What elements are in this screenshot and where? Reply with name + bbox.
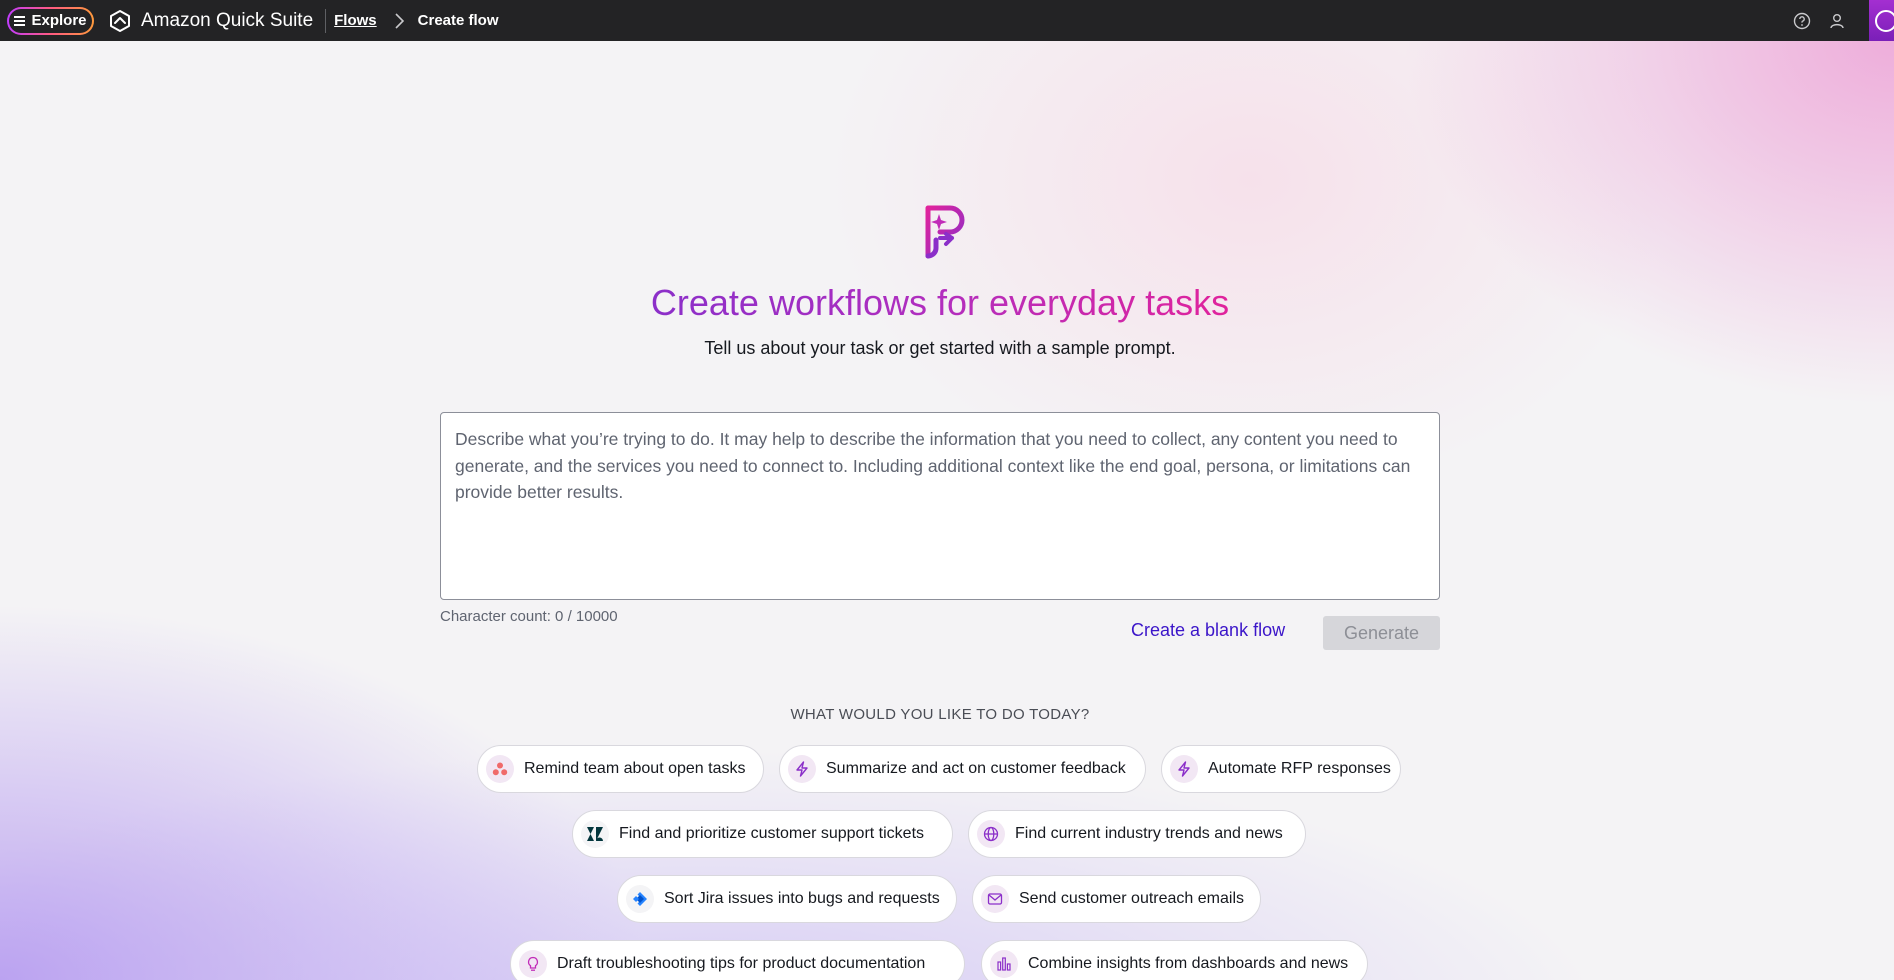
create-blank-flow-link[interactable]: Create a blank flow [1131, 620, 1285, 641]
mail-icon [981, 885, 1009, 913]
suggestion-chip[interactable]: Remind team about open tasks [477, 745, 764, 793]
suggestion-chip[interactable]: Draft troubleshooting tips for product d… [510, 940, 965, 980]
suggestions-heading: WHAT WOULD YOU LIKE TO DO TODAY? [790, 706, 1090, 723]
bar-chart-icon [990, 950, 1018, 978]
bolt-icon [788, 755, 816, 783]
chevron-right-icon [395, 12, 404, 29]
flows-logo-icon [925, 205, 965, 259]
explore-label: Explore [31, 12, 87, 29]
suggestion-chip[interactable]: Automate RFP responses [1161, 745, 1401, 793]
task-description-input[interactable] [440, 412, 1440, 600]
suggestion-label: Summarize and act on customer feedback [826, 760, 1126, 777]
jira-icon [626, 885, 654, 913]
suggestion-label: Remind team about open tasks [524, 760, 746, 777]
assistant-panel-toggle[interactable] [1869, 0, 1894, 41]
top-navigation-bar: Explore Amazon Quick Suite Flows Create … [0, 0, 1894, 41]
suggestion-chip[interactable]: Sort Jira issues into bugs and requests [617, 875, 957, 923]
breadcrumb-current: Create flow [417, 12, 499, 29]
help-icon[interactable] [1793, 12, 1811, 30]
assistant-icon [1875, 10, 1894, 32]
user-icon[interactable] [1828, 12, 1846, 30]
suggestion-label: Find and prioritize customer support tic… [619, 825, 925, 842]
suggestion-label: Find current industry trends and news [1015, 825, 1283, 842]
breadcrumb-flows-link[interactable]: Flows [334, 12, 377, 29]
suggestion-chip[interactable]: Find current industry trends and news [968, 810, 1306, 858]
globe-icon [977, 820, 1005, 848]
bolt-icon [1170, 755, 1198, 783]
suggestion-chip[interactable]: Combine insights from dashboards and new… [981, 940, 1368, 980]
hamburger-icon [14, 16, 26, 26]
zendesk-icon [581, 820, 609, 848]
app-logo[interactable]: Amazon Quick Suite [108, 9, 313, 33]
page-subtitle: Tell us about your task or get started w… [704, 338, 1176, 358]
asana-icon [486, 755, 514, 783]
suggestion-chip[interactable]: Summarize and act on customer feedback [779, 745, 1146, 793]
suggestion-label: Automate RFP responses [1208, 760, 1391, 777]
page-title: Create workflows for everyday tasks [650, 282, 1230, 323]
suggestion-chip[interactable]: Find and prioritize customer support tic… [572, 810, 953, 858]
suggestion-label: Draft troubleshooting tips for product d… [557, 955, 926, 972]
app-name: Amazon Quick Suite [141, 9, 314, 31]
suggestion-label: Sort Jira issues into bugs and requests [664, 890, 940, 907]
lightbulb-icon [519, 950, 547, 978]
suggestion-chip[interactable]: Send customer outreach emails [972, 875, 1261, 923]
suggestion-label: Send customer outreach emails [1019, 890, 1244, 907]
character-count: Character count: 0 / 10000 [440, 608, 618, 625]
suggestion-label: Combine insights from dashboards and new… [1028, 955, 1349, 972]
topbar-divider [325, 8, 327, 33]
quick-suite-logo-icon [110, 9, 130, 32]
explore-button[interactable]: Explore [7, 7, 94, 35]
generate-button[interactable]: Generate [1323, 616, 1440, 650]
